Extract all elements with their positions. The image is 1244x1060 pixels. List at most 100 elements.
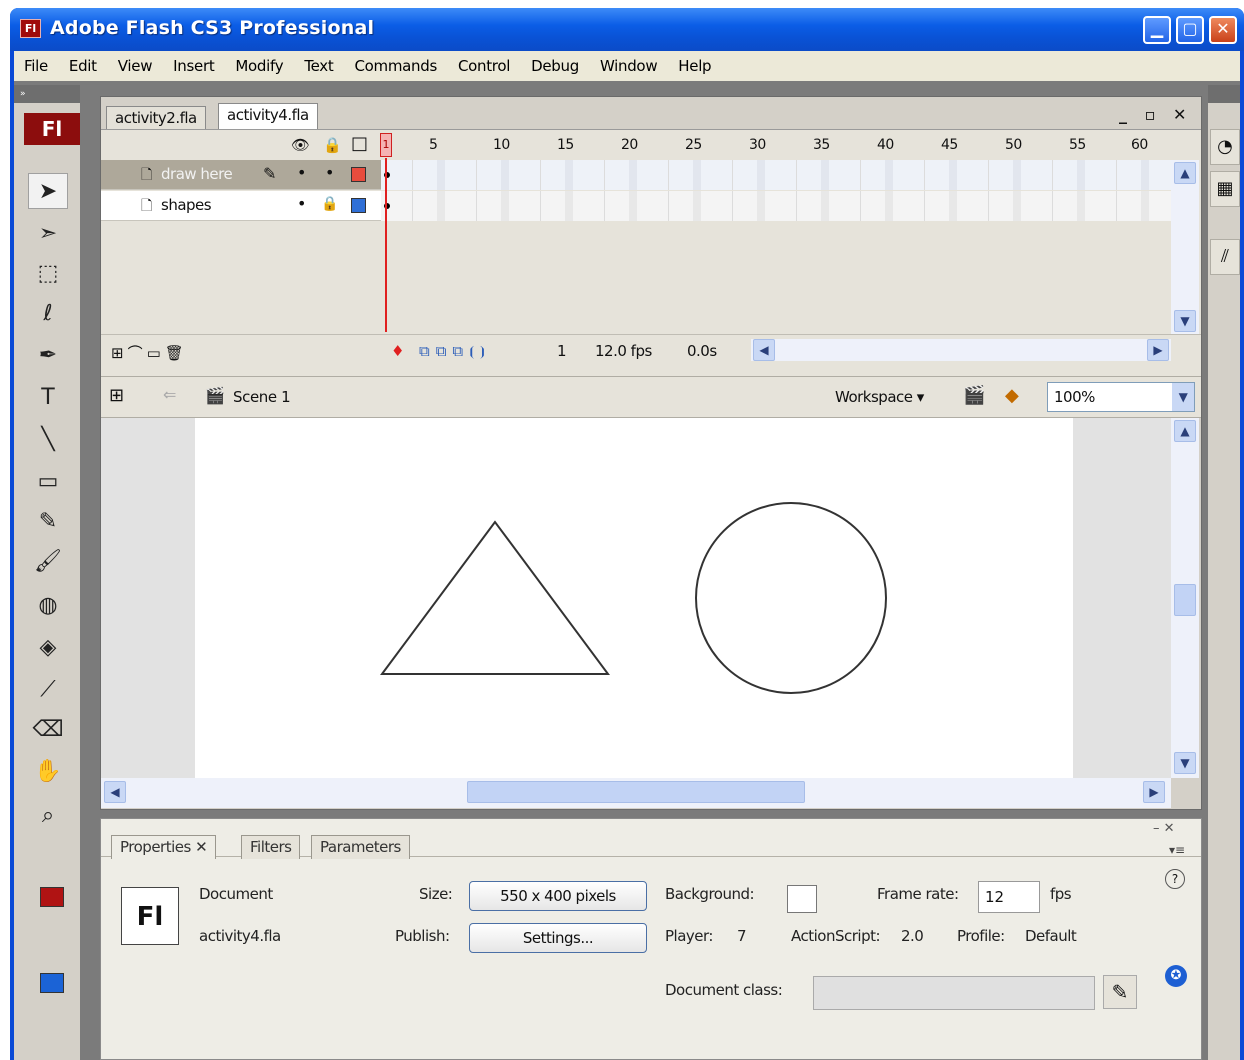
layer-row[interactable]: 🗋 shapes • 🔒 [101,191,1171,221]
document-size-button[interactable]: 550 x 400 pixels [469,881,647,911]
stage[interactable] [195,418,1073,778]
tab-activity2[interactable]: activity2.fla [106,106,206,130]
subselection-tool-icon[interactable]: ➣ [28,215,68,251]
menu-text[interactable]: Text [304,57,333,75]
stage-horizontal-scrollbar[interactable]: ◀ ▶ [101,778,1171,808]
menu-file[interactable]: File [24,57,48,75]
maximize-button[interactable]: ▢ [1176,16,1204,44]
frame-rate-input[interactable]: 12 [978,881,1040,913]
scroll-thumb[interactable] [1174,584,1196,616]
edit-class-pencil-icon[interactable]: ✎ [1103,975,1137,1009]
layer-color-square[interactable] [351,198,366,213]
flash-app-icon[interactable]: Fl [20,19,41,38]
tab-filters[interactable]: Filters [241,835,301,859]
workspace-menu[interactable]: Workspace ▾ [835,388,924,406]
text-tool-icon[interactable]: T [28,379,68,415]
title-bar[interactable]: Fl Adobe Flash CS3 Professional ▁ ▢ ✕ [10,8,1244,51]
menu-edit[interactable]: Edit [69,57,97,75]
layer-color-square[interactable] [351,167,366,182]
chevron-down-icon[interactable]: ▼ [1172,383,1194,411]
zoom-select[interactable]: 100% ▼ [1047,382,1195,412]
stage-canvas[interactable] [195,418,1073,778]
brush-tool-icon[interactable]: 🖌 [28,543,68,579]
scroll-up-arrow-icon[interactable]: ▲ [1174,420,1196,442]
scroll-right-arrow-icon[interactable]: ▶ [1147,339,1169,361]
background-color-swatch[interactable] [787,885,817,913]
edit-scene-icon[interactable]: 🎬 [963,385,985,406]
timeline-horizontal-scrollbar[interactable]: ◀ ▶ [751,339,1171,361]
tab-properties[interactable]: Properties ✕ [111,835,217,859]
color-panel-icon[interactable]: ◔ [1210,129,1240,165]
scroll-down-arrow-icon[interactable]: ▼ [1174,310,1196,332]
accessibility-icon[interactable]: ✪ [1165,965,1187,987]
timeline-toggle-icon[interactable]: ⊞ [109,385,124,406]
menu-view[interactable]: View [118,57,153,75]
panel-options-menu-icon[interactable]: ▾≡ [1169,843,1185,857]
pen-tool-icon[interactable]: ✒ [28,337,68,373]
hand-tool-icon[interactable]: ✋ [28,753,68,789]
rectangle-tool-icon[interactable]: ▭ [28,463,68,499]
minimize-button[interactable]: ▁ [1143,16,1171,44]
scroll-thumb[interactable] [467,781,805,803]
scroll-left-arrow-icon[interactable]: ◀ [753,339,775,361]
menu-help[interactable]: Help [678,57,711,75]
visibility-dot-icon[interactable]: • [297,194,306,213]
edit-symbols-icon[interactable]: ◆ [1005,385,1019,406]
back-arrow-icon[interactable]: ⇐ [163,385,176,404]
eyedropper-tool-icon[interactable]: ⟋ [28,671,68,707]
scroll-left-arrow-icon[interactable]: ◀ [104,781,126,803]
ink-bottle-tool-icon[interactable]: ◍ [28,587,68,623]
eraser-tool-icon[interactable]: ⌫ [28,711,68,747]
stage-vertical-scrollbar[interactable]: ▲ ▼ [1171,418,1199,778]
outline-all-icon[interactable]: □ [351,133,368,154]
document-class-input[interactable] [813,976,1095,1010]
selection-tool-icon[interactable]: ➤ [28,173,68,209]
tools-panel-grip[interactable]: » [14,85,80,103]
panel-window-controls[interactable]: – ✕ [1153,821,1175,836]
free-transform-tool-icon[interactable]: ⬚ [28,255,68,291]
layer-buttons-icons[interactable]: ⊞⌒▭🗑 [111,342,188,363]
frames-strip[interactable] [381,160,1171,190]
stroke-color-swatch[interactable] [40,887,64,907]
menu-window[interactable]: Window [600,57,658,75]
publish-settings-button[interactable]: Settings... [469,923,647,953]
scene-name[interactable]: Scene 1 [233,388,291,406]
close-button[interactable]: ✕ [1209,16,1237,44]
onion-skin-icons[interactable]: ⧉⧉⧉⦗⦘ [419,342,491,360]
lock-all-icon[interactable]: 🔒 [323,136,342,154]
menu-insert[interactable]: Insert [173,57,215,75]
circle-shape[interactable] [695,502,887,694]
help-icon[interactable]: ? [1165,869,1185,889]
layer-row[interactable]: 🗋 draw here ✎ • • [101,160,1171,190]
triangle-shape[interactable] [380,520,610,675]
menu-modify[interactable]: Modify [235,57,283,75]
layer-name[interactable]: shapes [161,196,212,214]
close-icon[interactable]: ✕ [195,838,208,856]
menu-commands[interactable]: Commands [354,57,437,75]
scroll-right-arrow-icon[interactable]: ▶ [1143,781,1165,803]
menu-control[interactable]: Control [458,57,510,75]
lock-icon[interactable]: 🔒 [321,196,338,212]
playhead[interactable]: 1 [380,133,392,157]
fill-color-swatch[interactable] [40,973,64,993]
line-tool-icon[interactable]: ╲ [28,421,68,457]
show-hide-all-icon[interactable]: 👁 [291,136,310,154]
tab-parameters[interactable]: Parameters [311,835,410,859]
scroll-up-arrow-icon[interactable]: ▲ [1174,162,1196,184]
menu-debug[interactable]: Debug [531,57,579,75]
scroll-down-arrow-icon[interactable]: ▼ [1174,752,1196,774]
pencil-tool-icon[interactable]: ✎ [28,503,68,539]
lock-dot-icon[interactable]: • [325,163,334,182]
library-panel-icon[interactable]: ⫽ [1210,239,1240,275]
layer-name[interactable]: draw here [161,165,233,183]
frames-strip[interactable] [381,191,1171,221]
timeline-vertical-scrollbar[interactable]: ▲ ▼ [1171,160,1199,334]
swatches-panel-icon[interactable]: ▦ [1210,171,1240,207]
visibility-dot-icon[interactable]: • [297,163,306,182]
tab-activity4[interactable]: activity4.fla [218,103,318,130]
lasso-tool-icon[interactable]: ℓ [28,295,68,331]
zoom-tool-icon[interactable]: ⌕ [28,797,68,833]
document-window-controls[interactable]: _ ▫ ✕ [1119,105,1192,124]
center-frame-icon[interactable]: ♦ [391,342,404,360]
paint-bucket-tool-icon[interactable]: ◈ [28,629,68,665]
